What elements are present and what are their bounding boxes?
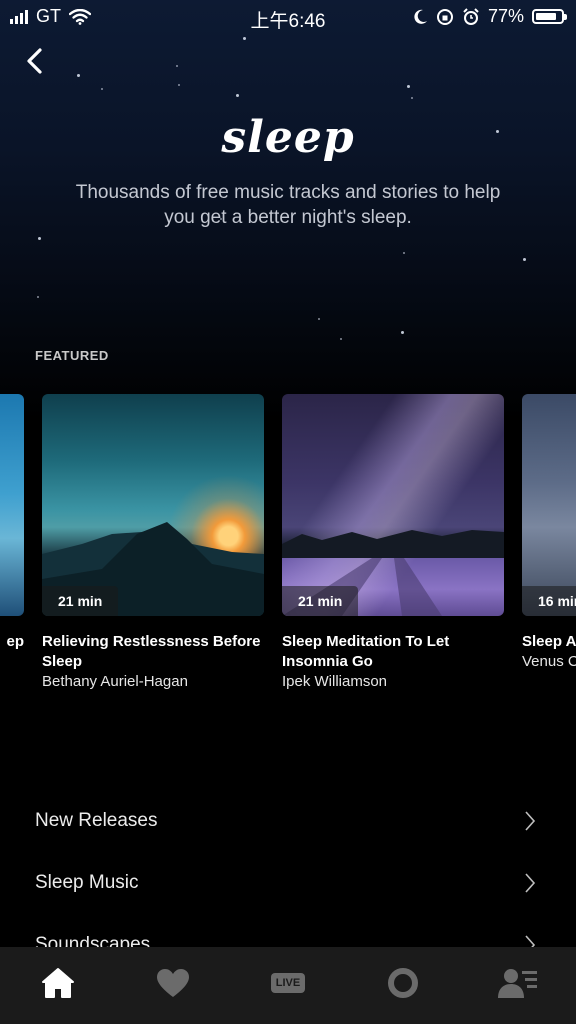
moon-icon <box>414 9 427 24</box>
battery-percent: 77% <box>487 6 524 26</box>
featured-card[interactable]: 21 min Sleep Meditation To Let Insomnia … <box>282 394 504 692</box>
card-title: Relieving Restlessness Before Sleep <box>42 633 261 670</box>
category-row-sleep-music[interactable]: Sleep Music <box>0 852 576 914</box>
battery-icon <box>532 9 567 24</box>
category-label: New Releases <box>35 810 158 831</box>
tab-home[interactable] <box>28 963 88 1003</box>
back-chevron-icon[interactable] <box>20 44 50 78</box>
featured-card[interactable]: 21 min Relieving Restlessness Before Sle… <box>42 394 264 692</box>
card-title: Sleep Meditation To Let Insomnia Go <box>282 633 450 670</box>
featured-label: FEATURED <box>35 348 109 363</box>
profile-icon <box>498 969 538 998</box>
circle-icon <box>388 968 419 998</box>
rotation-lock-icon <box>436 8 453 25</box>
header-subtitle: Thousands of free music tracks and stori… <box>75 182 501 228</box>
category-label: Sleep Music <box>35 872 139 893</box>
tab-bar: LIVE <box>0 947 576 1024</box>
duration-badge: 21 min <box>42 586 119 616</box>
chevron-right-icon <box>525 811 536 831</box>
category-row-new-releases[interactable]: New Releases <box>0 790 576 852</box>
sleep-logo: sleep <box>221 112 355 163</box>
live-icon: LIVE <box>270 973 306 993</box>
heart-icon <box>156 969 189 997</box>
card-author: Ipek Williamson <box>282 673 388 690</box>
card-author: Bethany Auriel-Hagan <box>42 673 188 690</box>
featured-carousel[interactable]: ep 21 min Relieving Restlessness Before … <box>0 394 576 704</box>
card-title: ep <box>6 633 24 650</box>
duration-badge: 16 min <box>522 586 576 616</box>
home-icon <box>41 968 74 998</box>
featured-card[interactable]: 16 min Sleep A Venus C <box>522 394 576 672</box>
chevron-right-icon <box>525 873 536 893</box>
tab-favorites[interactable] <box>143 963 203 1003</box>
featured-card-partial-left[interactable]: ep <box>0 394 24 652</box>
tab-live[interactable]: LIVE <box>258 963 318 1003</box>
card-thumbnail <box>0 394 24 616</box>
card-thumbnail: 16 min <box>522 394 576 616</box>
duration-badge: 21 min <box>282 586 359 616</box>
card-title: Sleep A <box>522 633 576 650</box>
card-thumbnail: 21 min <box>42 394 264 616</box>
tab-discover[interactable] <box>373 963 433 1003</box>
card-thumbnail: 21 min <box>282 394 504 616</box>
card-author: Venus C <box>522 653 576 670</box>
status-bar: GT 上午6:46 77% <box>0 0 576 34</box>
alarm-icon <box>463 7 479 25</box>
tab-profile[interactable] <box>488 963 548 1003</box>
